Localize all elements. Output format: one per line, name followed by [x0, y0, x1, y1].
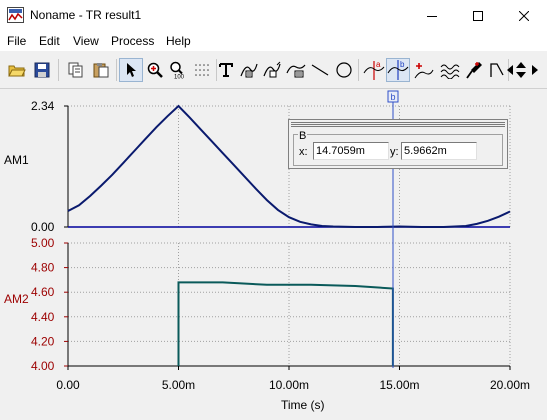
x-axis-label: Time (s) — [281, 398, 325, 412]
cursor-x-field[interactable]: 14.7059m — [313, 142, 389, 160]
chart-canvas[interactable]: b 2.340.005.004.804.604.404.204.000.00 5.… — [0, 0, 547, 420]
am1-axis-label: AM1 — [4, 153, 29, 167]
x-tick-label: 15.00m — [379, 378, 419, 392]
cursor-b-panel[interactable]: B x: 14.7059m y: 5.9662m — [288, 119, 508, 169]
am2-plot — [64, 242, 511, 367]
x-tick-label: 20.00m — [490, 378, 530, 392]
y-tick-label: 4.00 — [31, 359, 55, 373]
cursor-x-label: x: — [299, 146, 308, 158]
cursor-y-label: y: — [390, 146, 399, 158]
y-tick-label: 2.34 — [31, 99, 55, 113]
x-tick-label: 5.00m — [162, 378, 195, 392]
cursor-group-label: B — [298, 130, 308, 142]
app-window: Noname - TR result1 File Edit View Proce… — [0, 0, 547, 420]
cursor-b-marker-label: b — [390, 92, 395, 102]
cursor-y-field[interactable]: 5.9662m — [401, 142, 477, 160]
y-tick-label: 0.00 — [31, 220, 55, 234]
x-tick-label: 10.00m — [269, 378, 309, 392]
y-tick-label: 5.00 — [31, 236, 55, 250]
y-tick-label: 4.80 — [31, 261, 55, 275]
y-tick-label: 4.20 — [31, 334, 55, 348]
cursor-panel-grip[interactable] — [291, 122, 505, 128]
am2-series-line — [177, 281, 394, 366]
y-tick-label: 4.40 — [31, 310, 55, 324]
y-tick-label: 4.60 — [31, 285, 55, 299]
x-tick-label: 0.00 — [56, 378, 80, 392]
am2-axis-label: AM2 — [4, 292, 29, 306]
